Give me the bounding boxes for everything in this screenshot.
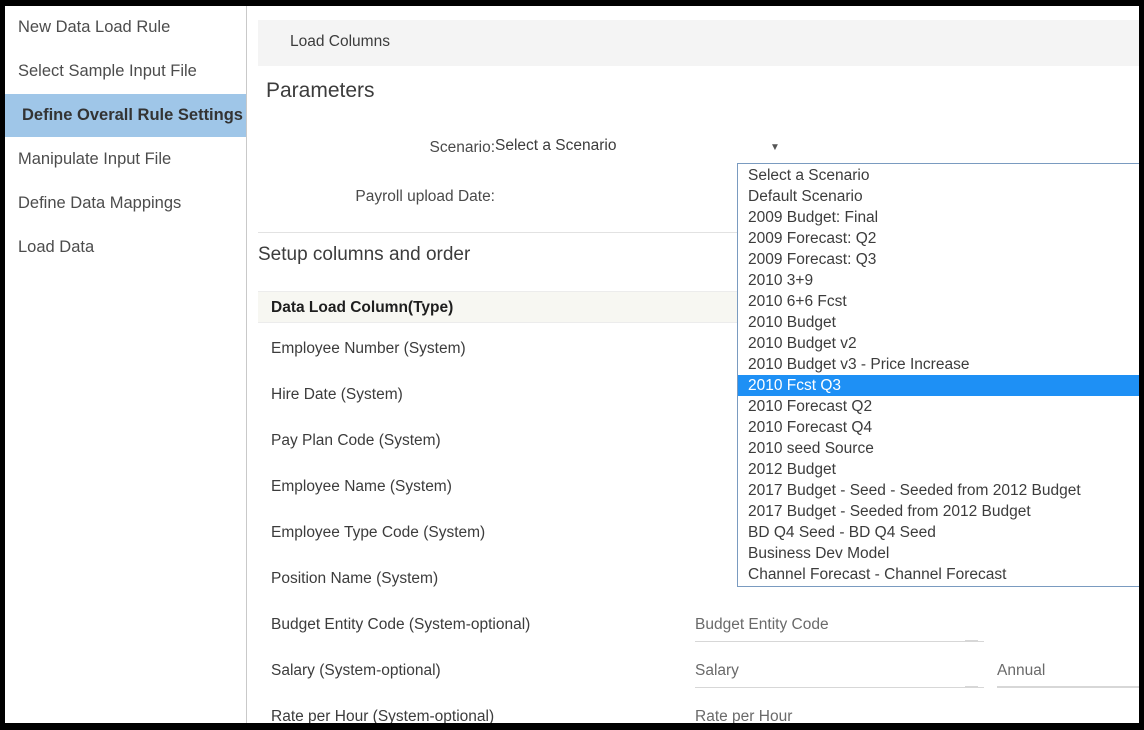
- dropdown-option[interactable]: Business Dev Model: [738, 543, 1139, 564]
- sidebar-item-label: Load Data: [18, 238, 95, 256]
- chevron-down-icon[interactable]: ▼: [770, 142, 780, 153]
- scenario-select[interactable]: Select a Scenario: [495, 137, 785, 161]
- table-row-label: Rate per Hour (System-optional): [271, 708, 495, 723]
- column-header-data-load-column: Data Load Column(Type): [271, 299, 454, 316]
- dropdown-option[interactable]: 2010 6+6 Fcst: [738, 291, 1139, 312]
- rate-per-hour-input[interactable]: Rate per Hour: [695, 708, 984, 723]
- table-row-label: Salary (System-optional): [271, 662, 441, 679]
- table-row-label: Employee Name (System): [271, 478, 452, 495]
- dropdown-option[interactable]: 2010 Forecast Q2: [738, 396, 1139, 417]
- salary-basis-input[interactable]: Annual: [997, 662, 1139, 688]
- sidebar-item-label: Manipulate Input File: [18, 150, 172, 168]
- sidebar-item-select-sample-input-file[interactable]: Select Sample Input File: [5, 50, 246, 93]
- budget-entity-code-input[interactable]: Budget Entity Code: [695, 616, 984, 642]
- dropdown-option[interactable]: 2010 Budget: [738, 312, 1139, 333]
- load-columns-tab-label: Load Columns: [290, 33, 390, 50]
- sidebar-item-load-data[interactable]: Load Data: [5, 226, 246, 269]
- sidebar-item-label: Define Overall Rule Settings: [22, 106, 243, 124]
- sidebar-item-label: Select Sample Input File: [18, 62, 197, 80]
- scenario-field-label: Scenario:: [429, 139, 495, 156]
- sidebar-item-define-data-mappings[interactable]: Define Data Mappings: [5, 182, 246, 225]
- row-divider-tick: [965, 640, 978, 641]
- dropdown-option[interactable]: Default Scenario: [738, 186, 1139, 207]
- parameters-heading: Parameters: [266, 79, 375, 102]
- load-columns-tab[interactable]: Load Columns: [258, 20, 1139, 66]
- dropdown-option[interactable]: 2017 Budget - Seeded from 2012 Budget: [738, 501, 1139, 522]
- dropdown-option[interactable]: 2010 3+9: [738, 270, 1139, 291]
- sidebar-item-manipulate-input-file[interactable]: Manipulate Input File: [5, 138, 246, 181]
- table-row-label: Employee Number (System): [271, 340, 466, 357]
- scenario-dropdown-list[interactable]: Select a Scenario Default Scenario 2009 …: [737, 163, 1139, 587]
- table-row-label: Budget Entity Code (System-optional): [271, 616, 531, 633]
- table-row-label: Employee Type Code (System): [271, 524, 486, 541]
- app-viewport: New Data Load Rule Select Sample Input F…: [5, 6, 1139, 723]
- app-window: New Data Load Rule Select Sample Input F…: [0, 0, 1144, 730]
- setup-columns-heading: Setup columns and order: [258, 244, 471, 265]
- dropdown-option[interactable]: 2009 Budget: Final: [738, 207, 1139, 228]
- sidebar-item-label: New Data Load Rule: [18, 18, 171, 36]
- dropdown-option[interactable]: BD Q4 Seed - BD Q4 Seed: [738, 522, 1139, 543]
- table-row-label: Position Name (System): [271, 570, 439, 587]
- payroll-upload-date-label: Payroll upload Date:: [355, 188, 495, 205]
- dropdown-option[interactable]: 2012 Budget: [738, 459, 1139, 480]
- basis-column-divider: [997, 686, 1139, 687]
- main-content: Load Columns Parameters Scenario: Select…: [248, 6, 1139, 723]
- dropdown-option[interactable]: 2010 seed Source: [738, 438, 1139, 459]
- row-divider-tick: [965, 686, 978, 687]
- dropdown-option[interactable]: 2010 Forecast Q4: [738, 417, 1139, 438]
- dropdown-option[interactable]: 2009 Forecast: Q2: [738, 228, 1139, 249]
- dropdown-option-selected[interactable]: 2010 Fcst Q3: [738, 375, 1139, 396]
- sidebar-item-new-data-load-rule[interactable]: New Data Load Rule: [5, 6, 246, 49]
- table-row-label: Pay Plan Code (System): [271, 432, 441, 449]
- wizard-sidebar: New Data Load Rule Select Sample Input F…: [5, 6, 247, 723]
- dropdown-option[interactable]: Select a Scenario: [738, 165, 1139, 186]
- dropdown-option[interactable]: Channel Forecast - Channel Forecast: [738, 564, 1139, 585]
- scenario-dropdown-options: Select a Scenario Default Scenario 2009 …: [738, 165, 1139, 585]
- dropdown-option[interactable]: 2017 Budget - Seed - Seeded from 2012 Bu…: [738, 480, 1139, 501]
- sidebar-item-label: Define Data Mappings: [18, 194, 182, 212]
- dropdown-option[interactable]: 2010 Budget v3 - Price Increase: [738, 354, 1139, 375]
- sidebar-item-define-overall-rule-settings[interactable]: Define Overall Rule Settings: [5, 94, 246, 137]
- salary-input[interactable]: Salary: [695, 662, 984, 688]
- dropdown-option[interactable]: 2009 Forecast: Q3: [738, 249, 1139, 270]
- dropdown-option[interactable]: 2010 Budget v2: [738, 333, 1139, 354]
- table-row-label: Hire Date (System): [271, 386, 403, 403]
